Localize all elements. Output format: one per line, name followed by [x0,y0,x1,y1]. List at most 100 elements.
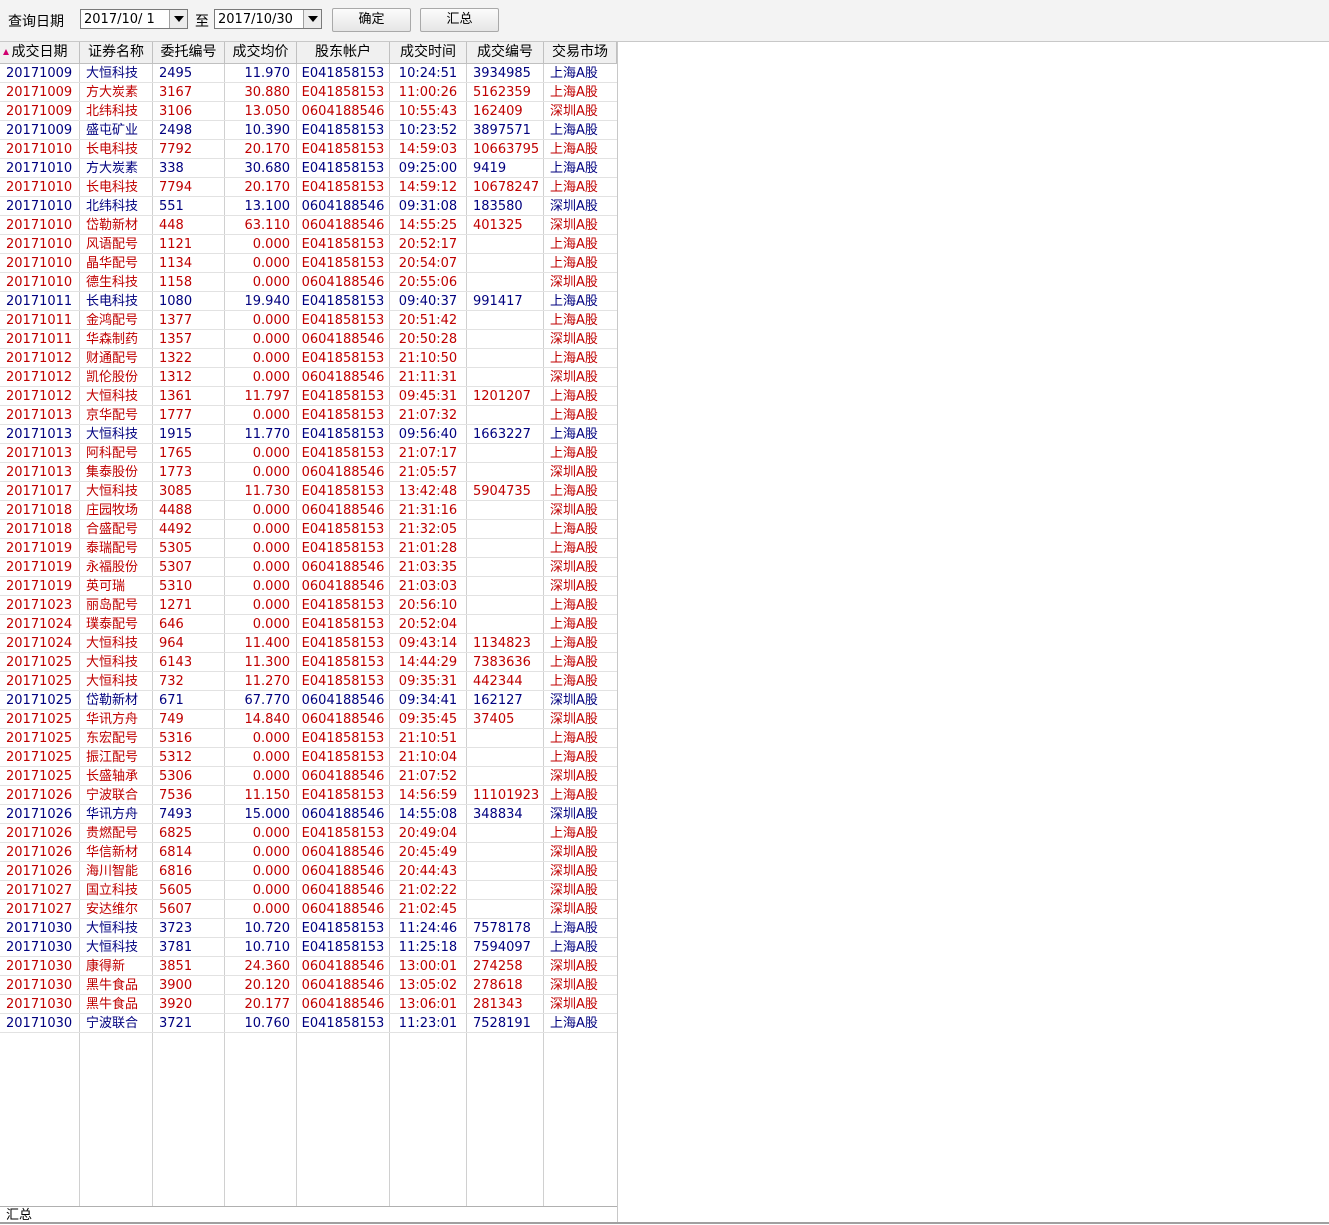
market-cell: 上海A股 [550,446,598,461]
table-row[interactable]: 20171013 京华配号 1777 0.000 E041858153 21:07:32 上… [0,406,617,425]
start-date-value[interactable]: 2017/10/ 1 [84,12,155,27]
table-row[interactable]: 20171009 盛屯矿业 2498 10.390 E041858153 10:23:52… [0,121,617,140]
deal-number-cell: 991417 [473,294,523,309]
table-row[interactable]: 20171010 德生科技 1158 0.000 0604188546 20:55:06 深… [0,273,617,292]
market-cell: 深圳A股 [550,199,598,214]
trade-date-cell: 20171019 [6,579,73,594]
trade-date-cell: 20171010 [6,256,73,271]
security-name-cell: 国立科技 [86,883,139,898]
table-row[interactable]: 20171018 庄园牧场 4488 0.000 0604188546 21:31:16 深… [0,501,617,520]
table-row[interactable]: 20171027 安达维尔 5607 0.000 0604188546 21:02:45 深… [0,900,617,919]
table-row[interactable]: 20171013 集泰股份 1773 0.000 0604188546 21:05:57 深… [0,463,617,482]
table-row[interactable]: 20171009 大恒科技 2495 11.970 E041858153 10:24:51… [0,64,617,83]
account-cell: E041858153 [301,180,385,195]
column-header-security-name[interactable]: 证券名称 [80,42,153,63]
table-row[interactable]: 20171010 风语配号 1121 0.000 E041858153 20:52:17 上… [0,235,617,254]
table-row[interactable]: 20171030 宁波联合 3721 10.760 E041858153 11:23:01… [0,1014,617,1033]
avg-price-cell: 10.760 [244,1016,291,1031]
column-header-market[interactable]: 交易市场 [544,42,617,63]
table-row[interactable]: 20171019 英可瑞 5310 0.000 0604188546 21:03:03 深圳… [0,577,617,596]
table-row[interactable]: 20171019 永福股份 5307 0.000 0604188546 21:03:35 深… [0,558,617,577]
column-header-order-number[interactable]: 委托编号 [153,42,225,63]
table-row[interactable]: 20171027 国立科技 5605 0.000 0604188546 21:02:22 深… [0,881,617,900]
table-row[interactable]: 20171017 大恒科技 3085 11.730 E041858153 13:42:48… [0,482,617,501]
end-date-picker[interactable]: 2017/10/30 [214,9,322,29]
end-date-value[interactable]: 2017/10/30 [218,12,293,27]
column-header-shareholder-account[interactable]: 股东帐户 [297,42,390,63]
table-row[interactable]: 20171010 方大炭素 338 30.680 E041858153 09:25:00 9… [0,159,617,178]
column-header-deal-number[interactable]: 成交编号 [467,42,544,63]
table-row[interactable]: 20171030 大恒科技 3723 10.720 E041858153 11:24:46… [0,919,617,938]
table-row[interactable]: 20171013 阿科配号 1765 0.000 E041858153 21:07:17 上… [0,444,617,463]
table-row[interactable]: 20171030 康得新 3851 24.360 0604188546 13:00:01 2… [0,957,617,976]
avg-price-cell: 30.880 [244,85,291,100]
trade-date-cell: 20171019 [6,560,73,575]
table-row[interactable]: 20171019 泰瑞配号 5305 0.000 E041858153 21:01:28 上… [0,539,617,558]
account-cell: E041858153 [301,427,385,442]
table-row[interactable]: 20171010 晶华配号 1134 0.000 E041858153 20:54:07 上… [0,254,617,273]
table-row[interactable]: 20171010 岱勒新材 448 63.110 0604188546 14:55:25 4… [0,216,617,235]
chevron-down-icon[interactable] [303,10,321,28]
table-row[interactable]: 20171025 华讯方舟 749 14.840 0604188546 09:35:45 3… [0,710,617,729]
table-row[interactable]: 20171010 长电科技 7794 20.170 E041858153 14:59:12… [0,178,617,197]
table-row[interactable]: 20171024 璞泰配号 646 0.000 E041858153 20:52:04 上海… [0,615,617,634]
market-cell: 深圳A股 [550,807,598,822]
security-name-cell: 大恒科技 [86,389,139,404]
deal-number-cell: 5904735 [473,484,531,499]
column-header-trade-date[interactable]: 成交日期 [0,42,80,63]
summary-button[interactable]: 汇总 [420,8,499,32]
account-cell: 0604188546 [301,503,385,518]
table-row[interactable]: 20171030 大恒科技 3781 10.710 E041858153 11:25:18… [0,938,617,957]
market-cell: 深圳A股 [550,104,598,119]
start-date-picker[interactable]: 2017/10/ 1 [80,9,188,29]
table-row[interactable]: 20171025 振江配号 5312 0.000 E041858153 21:10:04 上… [0,748,617,767]
trade-date-cell: 20171025 [6,712,73,727]
table-row[interactable]: 20171011 长电科技 1080 19.940 E041858153 09:40:37… [0,292,617,311]
column-header-trade-time[interactable]: 成交时间 [390,42,467,63]
trade-time-cell: 09:35:31 [398,674,458,689]
table-row[interactable]: 20171025 岱勒新材 671 67.770 0604188546 09:34:41 1… [0,691,617,710]
security-name-cell: 大恒科技 [86,940,139,955]
security-name-cell: 泰瑞配号 [86,541,139,556]
table-row[interactable]: 20171011 金鸿配号 1377 0.000 E041858153 20:51:42 上… [0,311,617,330]
account-cell: 0604188546 [301,959,385,974]
table-row[interactable]: 20171012 财通配号 1322 0.000 E041858153 21:10:50 上… [0,349,617,368]
account-cell: E041858153 [301,940,385,955]
table-row[interactable]: 20171024 大恒科技 964 11.400 E041858153 09:43:14 1… [0,634,617,653]
table-row[interactable]: 20171018 合盛配号 4492 0.000 E041858153 21:32:05 上… [0,520,617,539]
table-row[interactable]: 20171026 宁波联合 7536 11.150 E041858153 14:56:59… [0,786,617,805]
confirm-button[interactable]: 确定 [332,8,411,32]
column-header-avg-price[interactable]: 成交均价 [225,42,297,63]
table-row[interactable]: 20171025 长盛轴承 5306 0.000 0604188546 21:07:52 深… [0,767,617,786]
table-row[interactable]: 20171009 方大炭素 3167 30.880 E041858153 11:00:26… [0,83,617,102]
table-row[interactable]: 20171025 大恒科技 732 11.270 E041858153 09:35:31 4… [0,672,617,691]
avg-price-cell: 11.797 [244,389,291,404]
account-cell: 0604188546 [301,579,385,594]
table-row[interactable]: 20171026 海川智能 6816 0.000 0604188546 20:44:43 深… [0,862,617,881]
table-row[interactable]: 20171025 东宏配号 5316 0.000 E041858153 21:10:51 上… [0,729,617,748]
table-row[interactable]: 20171030 黑牛食品 3900 20.120 0604188546 13:05:02… [0,976,617,995]
order-number-cell: 1915 [159,427,193,442]
order-number-cell: 964 [159,636,184,651]
table-row[interactable]: 20171010 长电科技 7792 20.170 E041858153 14:59:03… [0,140,617,159]
trade-date-cell: 20171011 [6,294,73,309]
table-row[interactable]: 20171030 黑牛食品 3920 20.177 0604188546 13:06:01… [0,995,617,1014]
account-cell: E041858153 [301,446,385,461]
table-row[interactable]: 20171026 华信新材 6814 0.000 0604188546 20:45:49 深… [0,843,617,862]
table-row[interactable]: 20171012 大恒科技 1361 11.797 E041858153 09:45:31… [0,387,617,406]
trade-time-cell: 20:55:06 [398,275,458,290]
table-row[interactable]: 20171025 大恒科技 6143 11.300 E041858153 14:44:29… [0,653,617,672]
table-row[interactable]: 20171011 华森制药 1357 0.000 0604188546 20:50:28 深… [0,330,617,349]
security-name-cell: 大恒科技 [86,674,139,689]
table-row[interactable]: 20171012 凯伦股份 1312 0.000 0604188546 21:11:31 深… [0,368,617,387]
table-row[interactable]: 20171026 贵燃配号 6825 0.000 E041858153 20:49:04 上… [0,824,617,843]
table-row[interactable]: 20171023 丽岛配号 1271 0.000 E041858153 20:56:10 上… [0,596,617,615]
table-row[interactable]: 20171013 大恒科技 1915 11.770 E041858153 09:56:40… [0,425,617,444]
table-row[interactable]: 20171010 北纬科技 551 13.100 0604188546 09:31:08 1… [0,197,617,216]
chevron-down-icon[interactable] [169,10,187,28]
order-number-cell: 3721 [159,1016,193,1031]
trade-date-cell: 20171010 [6,199,73,214]
table-row[interactable]: 20171026 华讯方舟 7493 15.000 0604188546 14:55:08… [0,805,617,824]
deal-number-cell: 278618 [473,978,523,993]
table-row[interactable]: 20171009 北纬科技 3106 13.050 0604188546 10:55:43… [0,102,617,121]
